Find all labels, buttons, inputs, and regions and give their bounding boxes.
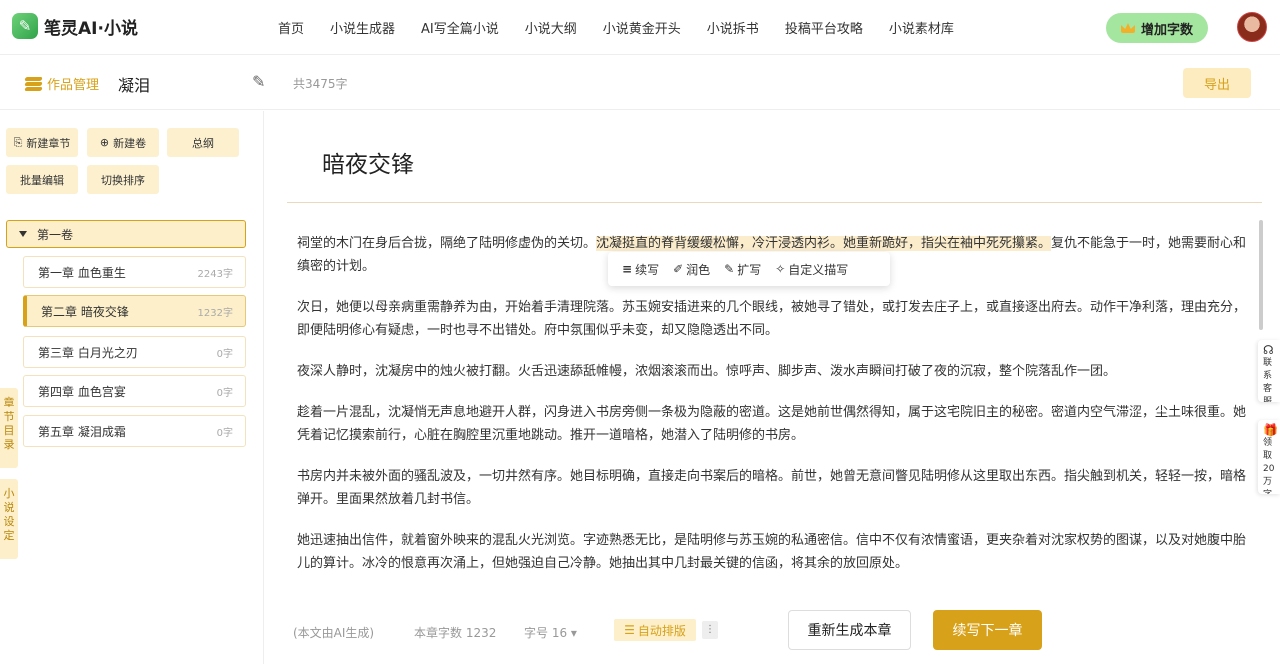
- volume-header[interactable]: 第一卷: [6, 220, 246, 248]
- plus-circle-icon: ⊕: [99, 136, 110, 149]
- app-name: 笔灵AI·小说: [44, 18, 138, 39]
- chapter-title: 第五章 凝泪成霜: [38, 424, 126, 439]
- paragraph[interactable]: 夜深人静时，沈凝房中的烛火被打翻。火舌迅速舔舐帷幔，浓烟滚滚而出。惊呼声、脚步声…: [297, 360, 1249, 383]
- chapter-word-count: 1232字: [197, 307, 233, 319]
- book-title: 凝泪: [118, 76, 151, 95]
- font-size-select[interactable]: 字号 16 ▾: [524, 624, 577, 641]
- paragraph[interactable]: 趁着一片混乱，沈凝悄无声息地避开人群，闪身进入书房旁侧一条极为隐蔽的密道。这是她…: [297, 401, 1249, 447]
- top-navbar: ✎ 笔灵AI·小说 首页 小说生成器 AI写全篇小说 小说大纲 小说黄金开头 小…: [0, 0, 1280, 55]
- chapter-item[interactable]: 第三章 白月光之刃 0字: [23, 336, 246, 368]
- logo-icon: ✎: [12, 13, 38, 39]
- chapter-title: 第一章 血色重生: [38, 265, 126, 280]
- chapter-title: 第二章 暗夜交锋: [41, 304, 129, 319]
- title-divider: [287, 202, 1262, 203]
- chapter-item-active[interactable]: 第二章 暗夜交锋 1232字: [23, 295, 246, 327]
- paragraph[interactable]: 她迅速抽出信件，就着窗外映来的混乱火光浏览。字迹熟悉无比，是陆明修与苏玉婉的私通…: [297, 529, 1249, 575]
- chapter-title: 第四章 血色宫宴: [38, 384, 126, 399]
- continue-write-button[interactable]: ≡ 续写: [622, 261, 659, 278]
- polish-icon: ✐: [673, 262, 684, 276]
- avatar[interactable]: [1237, 12, 1267, 42]
- headset-icon: ☊: [1263, 343, 1274, 357]
- new-volume-label: 新建卷: [113, 136, 147, 150]
- paragraph[interactable]: 书房内并未被外面的骚乱波及，一切井然有序。她目标明确，直接走向书案后的暗格。前世…: [297, 465, 1249, 511]
- expand-button[interactable]: ✎ 扩写: [724, 261, 761, 278]
- polish-label: 润色: [686, 262, 711, 277]
- chapter-word-count: 0字: [216, 387, 233, 399]
- new-doc-icon: ⎘: [13, 135, 23, 149]
- editor-bottom-bar: (本文由AI生成) 本章字数 1232 字号 16 ▾ ☰ 自动排版 ⋮ 重新生…: [264, 605, 1280, 664]
- nav-home[interactable]: 首页: [278, 18, 304, 37]
- edit-pencil-icon[interactable]: ✎: [252, 72, 270, 91]
- polish-button[interactable]: ✐ 润色: [673, 261, 710, 278]
- layers-icon: [24, 76, 43, 91]
- chapter-word-count: 0字: [216, 427, 233, 439]
- customer-service-float[interactable]: ☊ 联系客服: [1258, 340, 1280, 402]
- outline-button[interactable]: 总纲: [167, 128, 239, 157]
- chapter-sidebar: ⎘ 新建章节 ⊕ 新建卷 总纲 批量编辑 切换排序 第一卷 第一章 血色重生 2…: [0, 111, 264, 664]
- chapter-content[interactable]: 祠堂的木门在身后合拢，隔绝了陆明修虚伪的关切。沈凝挺直的脊背缓缓松懈，冷汗浸透内…: [297, 232, 1249, 593]
- new-chapter-button[interactable]: ⎘ 新建章节: [6, 128, 78, 157]
- works-management-button[interactable]: 作品管理: [24, 74, 100, 93]
- custom-icon: ✧: [775, 262, 786, 276]
- regenerate-chapter-button[interactable]: 重新生成本章: [788, 610, 911, 650]
- chevron-down-icon: ▾: [570, 626, 577, 640]
- chapter-heading[interactable]: 暗夜交锋: [322, 145, 414, 179]
- more-options-icon[interactable]: ⋮: [702, 621, 718, 639]
- gift-icon: 🎁: [1263, 423, 1278, 437]
- nav-outline[interactable]: 小说大纲: [525, 18, 577, 37]
- caret-down-icon: [19, 231, 27, 237]
- nav-material-library[interactable]: 小说素材库: [889, 18, 954, 37]
- batch-edit-button[interactable]: 批量编辑: [6, 165, 78, 194]
- chapter-word-count-status: 本章字数 1232: [414, 626, 497, 640]
- chapter-word-count: 2243字: [197, 268, 233, 280]
- paragraph[interactable]: 次日，她便以母亲病重需静养为由，开始着手清理院落。苏玉婉安插进来的几个眼线，被她…: [297, 296, 1249, 342]
- nav-novel-generator[interactable]: 小说生成器: [330, 18, 395, 37]
- novel-settings-tab[interactable]: 小说设定: [0, 479, 18, 559]
- switch-order-button[interactable]: 切换排序: [87, 165, 159, 194]
- crown-icon: [1120, 23, 1135, 33]
- nav-golden-opening[interactable]: 小说黄金开头: [603, 18, 681, 37]
- chapter-item[interactable]: 第五章 凝泪成霜 0字: [23, 415, 246, 447]
- auto-format-label: 自动排版: [637, 623, 686, 638]
- total-word-count: 共3475字: [293, 77, 348, 91]
- expand-label: 扩写: [737, 262, 762, 277]
- auto-format-button[interactable]: ☰ 自动排版: [614, 619, 696, 641]
- export-button[interactable]: 导出: [1183, 68, 1251, 98]
- paragraph-text: 祠堂的木门在身后合拢，隔绝了陆明修虚伪的关切。: [297, 236, 597, 251]
- expand-icon: ✎: [724, 262, 735, 276]
- gift-label: 领取20万字数: [1263, 438, 1275, 494]
- continue-next-chapter-button[interactable]: 续写下一章: [933, 610, 1042, 650]
- continue-icon: ≡: [622, 262, 633, 276]
- chapter-item[interactable]: 第一章 血色重生 2243字: [23, 256, 246, 288]
- work-bar: 作品管理 凝泪 ✎ 共3475字 导出: [0, 56, 1280, 110]
- logo[interactable]: ✎ 笔灵AI·小说: [12, 13, 138, 39]
- nav-links: 首页 小说生成器 AI写全篇小说 小说大纲 小说黄金开头 小说拆书 投稿平台攻略…: [265, 0, 967, 55]
- custom-label: 自定义描写: [788, 262, 849, 277]
- volume-label: 第一卷: [37, 227, 74, 242]
- new-volume-button[interactable]: ⊕ 新建卷: [87, 128, 159, 157]
- nav-submission-guide[interactable]: 投稿平台攻略: [785, 18, 863, 37]
- works-label: 作品管理: [47, 78, 100, 93]
- chapter-title: 第三章 白月光之刃: [38, 345, 138, 360]
- chapter-item[interactable]: 第四章 血色宫宴 0字: [23, 375, 246, 407]
- chapter-word-count: 0字: [216, 348, 233, 360]
- new-chapter-label: 新建章节: [26, 136, 71, 150]
- custom-describe-button[interactable]: ✧ 自定义描写: [775, 261, 848, 278]
- nav-ai-full-novel[interactable]: AI写全篇小说: [421, 18, 499, 37]
- format-icon: ☰: [624, 623, 635, 637]
- add-words-label: 增加字数: [1140, 22, 1193, 38]
- continue-label: 续写: [635, 262, 660, 277]
- ai-generated-note: (本文由AI生成): [293, 626, 375, 640]
- gift-float[interactable]: 🎁 领取20万字数: [1258, 420, 1280, 494]
- selection-toolbar: ≡ 续写 ✐ 润色 ✎ 扩写 ✧ 自定义描写: [608, 252, 890, 286]
- nav-book-breakdown[interactable]: 小说拆书: [707, 18, 759, 37]
- customer-service-label: 联系客服: [1263, 358, 1273, 402]
- chapter-toc-tab[interactable]: 章节目录: [0, 388, 18, 468]
- font-size-label: 字号 16: [524, 626, 568, 640]
- add-words-button[interactable]: 增加字数: [1106, 13, 1208, 43]
- content-scrollbar[interactable]: [1259, 220, 1263, 330]
- selected-text[interactable]: 沈凝挺直的脊背缓缓松懈，冷汗浸透内衫。她重新跪好，指尖在袖中死死攥紧。: [596, 236, 1052, 251]
